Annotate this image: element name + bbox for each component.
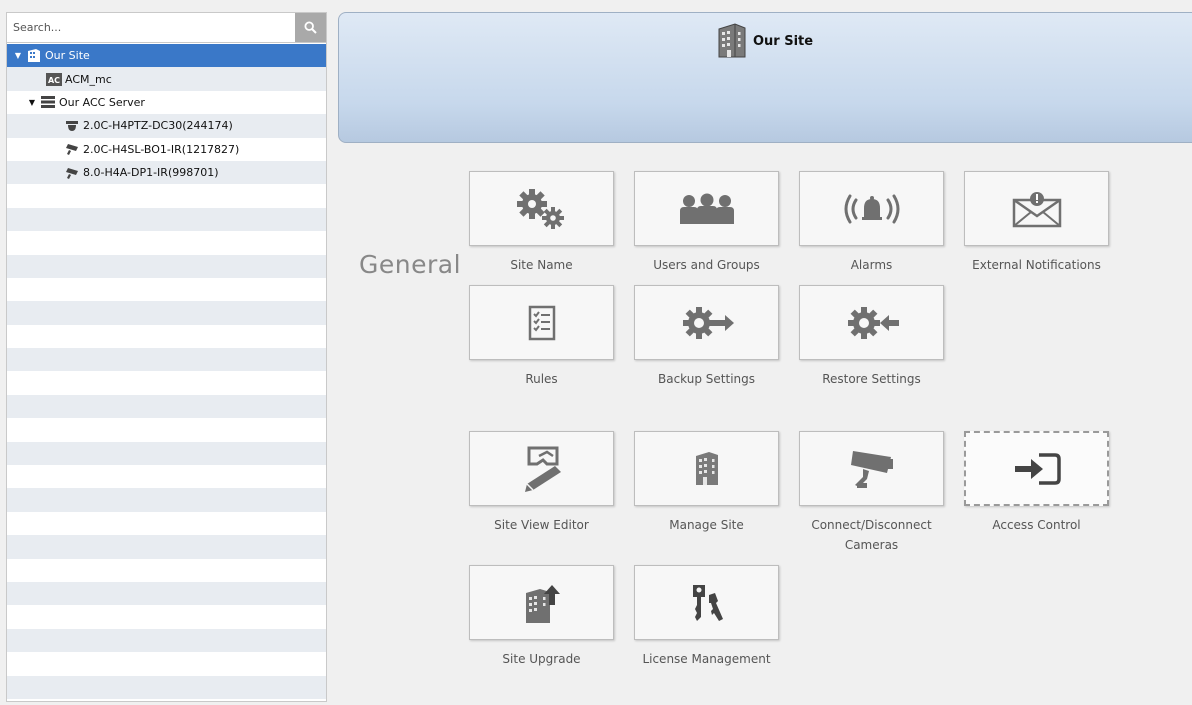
- tree-row-empty: [7, 394, 326, 419]
- tree-row-empty: [7, 652, 326, 676]
- tree-row-empty: [7, 511, 326, 536]
- connect-disconnect-cameras-button[interactable]: [799, 431, 944, 506]
- access-control-label: Access Control: [992, 518, 1081, 532]
- site-tree: ▼ Our Site AC ACM_mc ▼ Our ACC Server 2.0C-H4P…: [7, 44, 326, 701]
- tree-row-empty: [7, 581, 326, 606]
- tree-row-empty: [7, 207, 326, 232]
- banner-title-text: Our Site: [753, 33, 814, 49]
- users-and-groups-button[interactable]: [634, 171, 779, 246]
- site-banner: Our Site: [338, 12, 1192, 143]
- tree-row-empty: [7, 324, 326, 349]
- tree-row-empty: [7, 348, 326, 372]
- server-icon: [40, 95, 56, 109]
- building-icon: [695, 451, 718, 485]
- tree-item-label: 8.0-H4A-DP1-IR(998701): [83, 166, 219, 180]
- search-icon: [304, 21, 317, 34]
- external-notifications-label: External Notifications: [972, 258, 1101, 272]
- gears-icon: [516, 188, 564, 229]
- section-label-general: General: [359, 250, 462, 279]
- tree-item-label: ACM_mc: [65, 72, 112, 86]
- license-management-button[interactable]: [634, 565, 779, 640]
- ptz-camera-icon: [64, 119, 80, 133]
- envelope-alert-icon: [1012, 191, 1061, 227]
- tree-row-empty: [7, 675, 326, 699]
- tree-item[interactable]: 2.0C-H4SL-BO1-IR(1217827): [7, 137, 326, 161]
- building-icon: [26, 49, 42, 63]
- tree-item-label: 2.0C-H4PTZ-DC30(244174): [83, 119, 233, 133]
- rules-button[interactable]: [469, 285, 614, 360]
- manage-site-label: Manage Site: [669, 518, 744, 532]
- connect-disconnect-label-line2: Cameras: [844, 538, 899, 552]
- site-upgrade-button[interactable]: [469, 565, 614, 640]
- camera-icon: [64, 166, 80, 180]
- restore-settings-label: Restore Settings: [822, 372, 921, 386]
- tree-item[interactable]: ▼ Our Site: [7, 44, 326, 68]
- tree-row-empty: [7, 465, 326, 489]
- tree-item[interactable]: ▼ Our ACC Server: [7, 90, 326, 115]
- site-tree-panel: ▼ Our Site AC ACM_mc ▼ Our ACC Server 2.0C-H4P…: [6, 12, 327, 702]
- tree-row-empty: [7, 184, 326, 208]
- site-upgrade-label: Site Upgrade: [502, 652, 581, 666]
- alarm-bell-icon: [844, 194, 899, 223]
- alarms-label: Alarms: [850, 258, 893, 272]
- checklist-icon: [528, 305, 555, 340]
- tree-row-empty: [7, 301, 326, 325]
- tree-row-empty: [7, 605, 326, 629]
- tree-row-empty: [7, 231, 326, 255]
- search-button[interactable]: [295, 13, 326, 42]
- tree-item-label: Our Site: [45, 49, 90, 63]
- tree-row-empty: [7, 488, 326, 512]
- site-name-button[interactable]: [469, 171, 614, 246]
- manage-site-button[interactable]: [634, 431, 779, 506]
- svg-text:AC: AC: [48, 76, 60, 85]
- search-bar: [7, 13, 326, 43]
- site-view-editor-label: Site View Editor: [494, 518, 589, 532]
- camera-icon: [64, 142, 80, 156]
- tree-item[interactable]: AC ACM_mc: [7, 67, 326, 91]
- tree-row-empty: [7, 441, 326, 466]
- search-input[interactable]: [7, 13, 295, 42]
- expand-arrow-icon[interactable]: ▼: [27, 98, 37, 107]
- keys-icon: [692, 584, 723, 621]
- expand-arrow-icon[interactable]: ▼: [13, 51, 23, 60]
- map-pencil-icon: [524, 446, 561, 492]
- tree-row-empty: [7, 277, 326, 302]
- tree-item-label: Our ACC Server: [59, 95, 145, 109]
- rules-label: Rules: [525, 372, 558, 386]
- users-icon: [679, 193, 734, 224]
- backup-settings-label: Backup Settings: [657, 372, 756, 386]
- tree-row-empty: [7, 558, 326, 582]
- building-icon: [718, 23, 746, 58]
- security-camera-icon: [850, 450, 893, 488]
- tree-item[interactable]: 8.0-H4A-DP1-IR(998701): [7, 160, 326, 185]
- tree-row-empty: [7, 254, 326, 278]
- site-view-editor-button[interactable]: [469, 431, 614, 506]
- building-upgrade-icon: [525, 584, 560, 623]
- site-name-label: Site Name: [510, 258, 573, 272]
- tree-row-empty: [7, 698, 326, 701]
- tree-row-empty: [7, 418, 326, 442]
- users-and-groups-label: Users and Groups: [653, 258, 760, 272]
- acm-icon: AC: [46, 72, 62, 86]
- app-window: ▼ Our Site AC ACM_mc ▼ Our ACC Server 2.0C-H4P…: [0, 0, 1192, 705]
- access-control-button[interactable]: [964, 431, 1109, 506]
- connect-disconnect-cameras-label: Connect/Disconnect Cameras: [789, 515, 954, 555]
- tree-item[interactable]: 2.0C-H4PTZ-DC30(244174): [7, 114, 326, 138]
- tree-row-empty: [7, 628, 326, 653]
- alarms-button[interactable]: [799, 171, 944, 246]
- tree-row-empty: [7, 535, 326, 559]
- gear-export-icon: [682, 306, 734, 339]
- license-management-label: License Management: [642, 652, 771, 666]
- banner-title: Our Site: [717, 23, 813, 59]
- tree-item-label: 2.0C-H4SL-BO1-IR(1217827): [83, 142, 240, 156]
- external-notifications-button[interactable]: [964, 171, 1109, 246]
- sign-in-icon: [1014, 452, 1061, 485]
- gear-import-icon: [847, 306, 899, 339]
- backup-settings-button[interactable]: [634, 285, 779, 360]
- restore-settings-button[interactable]: [799, 285, 944, 360]
- tree-row-empty: [7, 371, 326, 395]
- connect-disconnect-label-line1: Connect/Disconnect: [811, 518, 932, 532]
